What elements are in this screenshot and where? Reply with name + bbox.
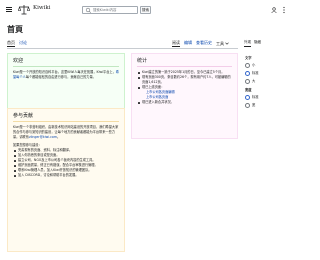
more-icon[interactable] <box>282 6 286 14</box>
page-title: 首頁 <box>7 24 23 34</box>
list-item: 加入 DISCORD，讨论和帮助平台的发展。 <box>13 173 119 178</box>
namespace-tabs: 首页 讨论 <box>7 40 27 47</box>
contribute-box: 参与贡献 Kiwi是一个非营利组织，由新技术知识网站建设的开放项目，我们希望大家… <box>7 108 125 252</box>
list-item-label: 现已上线页面： <box>142 85 165 89</box>
sidebar-tab-appearance[interactable]: 外观 <box>244 40 251 47</box>
search-icon <box>85 7 92 13</box>
radio-button[interactable] <box>245 62 250 68</box>
title-divider <box>7 48 238 49</box>
width-wide-option[interactable]: 宽 <box>245 102 291 108</box>
list-item: 现已上线页面： 上市公司各页面编辑 上市公司各页面 <box>137 85 232 100</box>
option-label: 小 <box>252 63 256 67</box>
stats-sublist: 上市公司各页面编辑 上市公司各页面 <box>142 90 232 100</box>
welcome-title: 欢迎 <box>13 58 119 67</box>
stats-title: 统计 <box>137 58 232 67</box>
tools-dropdown[interactable]: 工具 <box>216 40 229 47</box>
search-input[interactable] <box>92 8 136 12</box>
site-wordmark[interactable]: Kiwiki <box>33 5 50 12</box>
width-heading: 宽度 <box>245 87 252 92</box>
contribute-list: 完善现有的页面、资料、标注和翻译。 加入你熟悉的条目或是页面。 建立公司、NGO… <box>13 148 119 178</box>
contribute-title: 参与贡献 <box>13 113 119 122</box>
site-header: Kiwiki 搜索 <box>0 0 300 19</box>
radio-button[interactable] <box>245 102 250 108</box>
search-button[interactable]: 搜索 <box>140 6 151 14</box>
stats-box: 统计 Kiwi建立的第一篇于2025年1月的日，至今已建立5个月。 现有页面30… <box>131 53 238 139</box>
option-label: 标准 <box>252 71 259 75</box>
tab-talk[interactable]: 讨论 <box>19 40 27 47</box>
contact-email-link[interactable]: zlinger@kiwi.com <box>29 135 57 139</box>
view-tabs: 阅读 编辑 查看历史 工具 <box>172 40 229 47</box>
search-box[interactable] <box>82 6 138 14</box>
option-label: 宽 <box>252 103 256 107</box>
chevron-down-icon <box>225 42 229 45</box>
list-item: 现已进入新合并状况。 <box>137 100 232 105</box>
appearance-sidebar: 外观 隐藏 文字 小 标准 大 宽度 标准 宽 <box>242 40 294 110</box>
logo-icon[interactable] <box>18 4 30 15</box>
list-item: 现有页面300页，条目数约26个，现有用户约7人，可被编辑的页面1,612页。 <box>137 75 232 85</box>
appearance-panel: 文字 小 标准 大 宽度 标准 宽 <box>242 49 294 110</box>
welcome-text: Kiwi是一个开放的知识百科平台。这里KiWi人每天在拓展，Kiwi平台上，希望… <box>13 70 119 80</box>
tab-read[interactable]: 阅读 <box>172 40 180 47</box>
tab-edit[interactable]: 编辑 <box>184 40 192 47</box>
welcome-text-suffix: 每个都能轻松的自由进行参与，贡献自己的力量。 <box>25 75 96 79</box>
width-standard-option[interactable]: 标准 <box>245 94 291 100</box>
contribute-text-suffix: 。 <box>56 135 61 139</box>
text-size-large-option[interactable]: 大 <box>245 78 291 84</box>
menu-icon[interactable] <box>6 7 12 12</box>
radio-button[interactable] <box>245 78 250 84</box>
contribute-text: Kiwi是一个非营利组织，由新技术知识网站建设的开放项目，我们希望大家的合作与参… <box>13 125 119 140</box>
radio-button-selected[interactable] <box>245 70 250 76</box>
tab-main-page[interactable]: 首页 <box>7 40 15 47</box>
sidebar-tab-hide[interactable]: 隐藏 <box>254 40 261 47</box>
option-label: 标准 <box>252 95 259 99</box>
tab-history[interactable]: 查看历史 <box>196 40 212 47</box>
option-label: 大 <box>252 79 256 83</box>
stats-list: Kiwi建立的第一篇于2025年1月的日，至今已建立5个月。 现有页面300页，… <box>137 70 232 105</box>
text-size-heading: 文字 <box>245 55 252 60</box>
user-icon[interactable] <box>271 7 277 13</box>
radio-button-selected[interactable] <box>245 94 250 100</box>
sidebar-tabs: 外观 隐藏 <box>242 40 294 47</box>
tools-label: 工具 <box>216 41 224 46</box>
text-size-small-option[interactable]: 小 <box>245 62 291 68</box>
welcome-text-prefix: Kiwi是一个开放的知识百科平台。这里KiWi人每天在拓展，Kiwi平台上， <box>13 70 116 74</box>
text-size-standard-option[interactable]: 标准 <box>245 70 291 76</box>
